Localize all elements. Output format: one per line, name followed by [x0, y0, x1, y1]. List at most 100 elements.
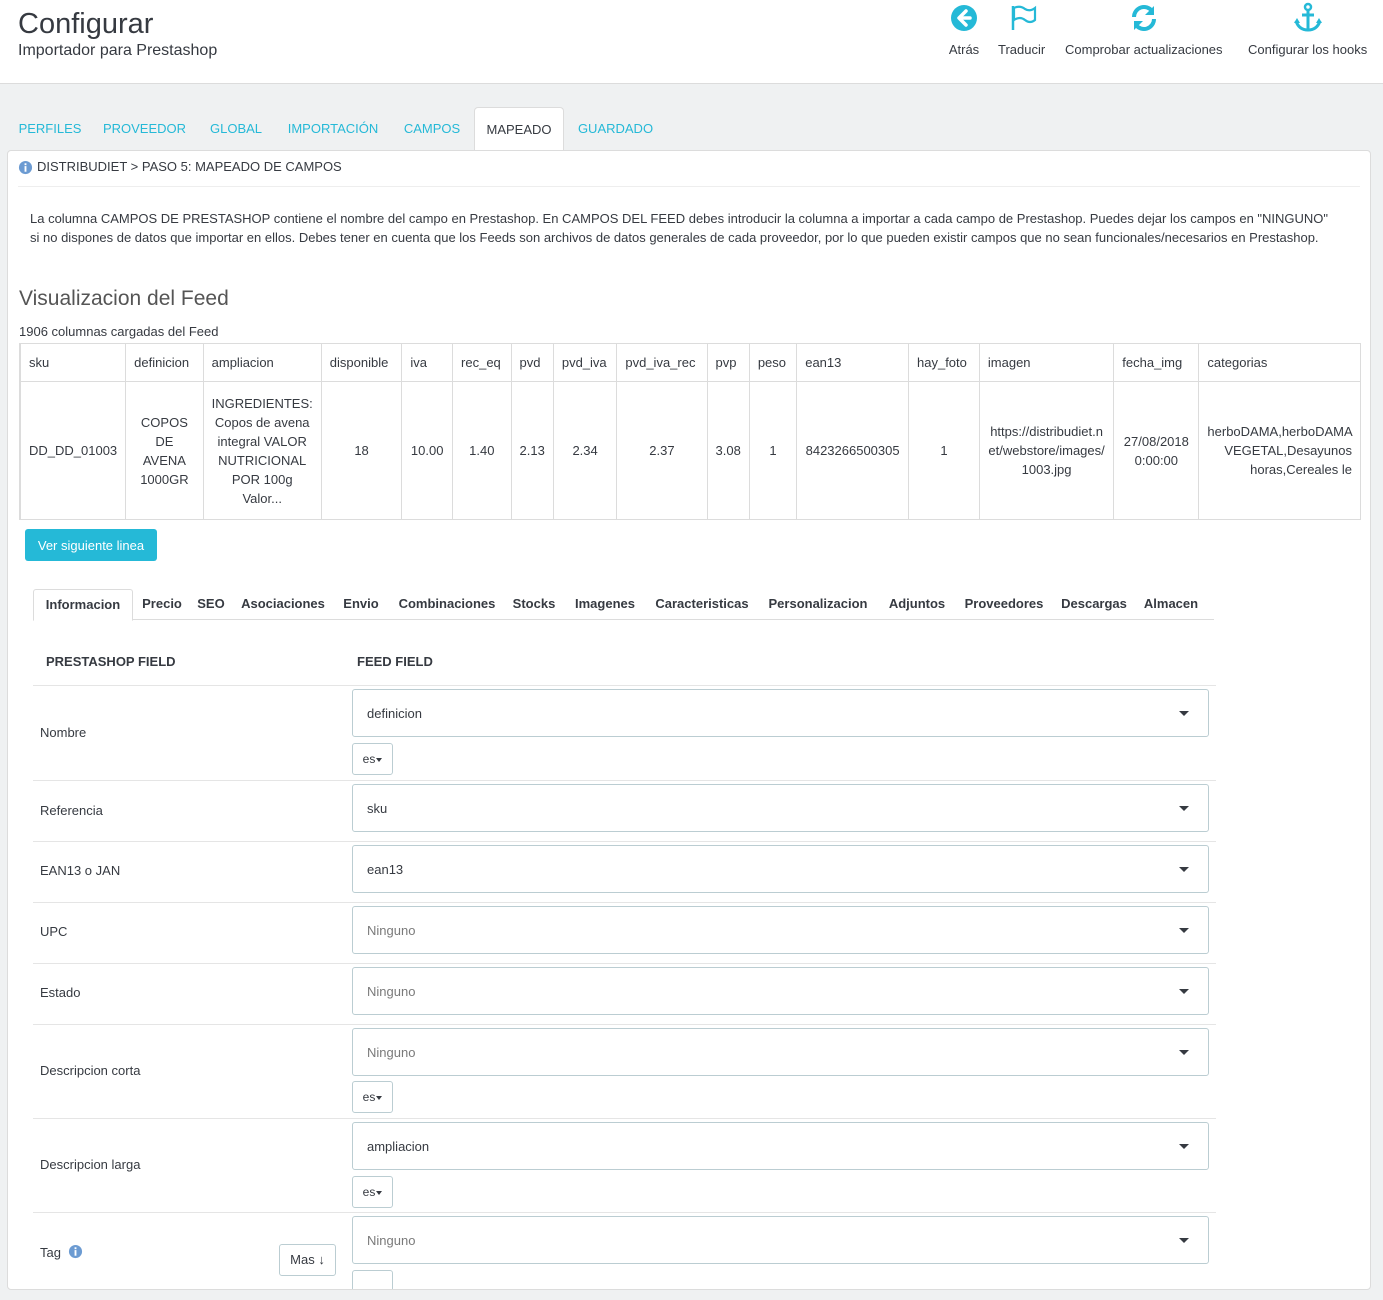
subtab-descargas[interactable]: Descargas [1059, 589, 1129, 620]
back-button[interactable]: Atrás [948, 2, 980, 57]
field-group-tabs: Informacion Precio SEO Asociaciones Envi… [33, 589, 1214, 621]
field-label-referencia: Referencia [40, 803, 103, 818]
caret-down-icon [1179, 1238, 1189, 1243]
nombre-lang-button[interactable]: es [352, 743, 393, 775]
select-value: Ninguno [367, 984, 416, 999]
row-divider [33, 780, 1216, 781]
tag-lang-button[interactable] [352, 1270, 393, 1289]
lang-label: es [362, 1185, 376, 1199]
prestashop-field-header: PRESTASHOP FIELD [46, 654, 176, 669]
subtab-caracteristicas[interactable]: Caracteristicas [649, 589, 755, 620]
descripcion-larga-select[interactable]: ampliacion [352, 1122, 1209, 1170]
descripcion-larga-lang-button[interactable]: es [352, 1176, 393, 1208]
caret-down-icon [1179, 1144, 1189, 1149]
feed-cell: 1 [748, 381, 798, 519]
estado-select[interactable]: Ninguno [352, 967, 1209, 1015]
caret-down-icon [376, 1095, 383, 1100]
translate-button[interactable]: Traducir [998, 2, 1045, 57]
check-updates-button[interactable]: Comprobar actualizaciones [1065, 2, 1223, 57]
tab-guardado[interactable]: GUARDADO [573, 107, 658, 151]
feed-header-cell: disponible [320, 343, 403, 382]
descripcion-corta-select[interactable]: Ninguno [352, 1028, 1209, 1076]
feed-cell: 2.13 [510, 381, 554, 519]
check-updates-label: Comprobar actualizaciones [1065, 42, 1223, 57]
tab-global[interactable]: GLOBAL [203, 107, 269, 151]
feed-header-row: sku definicion ampliacion disponible iva… [20, 343, 1361, 382]
descripcion-corta-lang-button[interactable]: es [352, 1081, 393, 1113]
field-label-nombre: Nombre [40, 725, 87, 740]
caret-down-icon [1179, 1050, 1189, 1055]
nombre-select[interactable]: definicion [352, 689, 1209, 737]
caret-down-icon [1179, 806, 1189, 811]
feed-data-row: DD_DD_01003 COPOS DE AVENA 1000GR INGRED… [20, 381, 1361, 519]
page-header: Configurar Importador para Prestashop At… [0, 0, 1383, 84]
feed-cell: https://distribudiet.net/webstore/images… [978, 381, 1115, 519]
subtab-imagenes[interactable]: Imagenes [569, 589, 641, 620]
row-divider [33, 963, 1216, 964]
tab-importacion[interactable]: IMPORTACIÓN [284, 107, 382, 151]
mapping-panel: DISTRIBUDIET > PASO 5: MAPEADO DE CAMPOS… [7, 150, 1371, 1290]
row-divider [33, 1212, 1216, 1213]
feed-header-cell: sku [20, 343, 127, 382]
field-label-descripcion-larga: Descripcion larga [40, 1157, 141, 1172]
referencia-select[interactable]: sku [352, 784, 1209, 832]
subtab-envio[interactable]: Envio [337, 589, 385, 620]
feed-cell: DD_DD_01003 [20, 381, 127, 519]
field-label-descripcion-corta: Descripcion corta [40, 1063, 141, 1078]
subtab-almacen[interactable]: Almacen [1141, 589, 1201, 620]
feed-cell: INGREDIENTES: Copos de avena integral VA… [202, 381, 322, 519]
feed-cell: 2.37 [616, 381, 708, 519]
anchor-icon [1293, 2, 1322, 32]
subtab-stocks[interactable]: Stocks [510, 589, 558, 620]
feed-header-cell: fecha_img [1113, 343, 1200, 382]
caret-down-icon [1179, 867, 1189, 872]
translate-label: Traducir [998, 42, 1046, 57]
arrow-circle-left-icon [951, 5, 977, 31]
subtab-adjuntos[interactable]: Adjuntos [885, 589, 949, 620]
select-value: ampliacion [367, 1139, 430, 1154]
tab-perfiles[interactable]: PERFILES [8, 107, 92, 151]
field-label-estado: Estado [40, 985, 81, 1000]
ean13-select[interactable]: ean13 [352, 845, 1209, 893]
feed-cell: 1.40 [452, 381, 512, 519]
feed-header-cell: peso [748, 343, 798, 382]
subtab-asociaciones[interactable]: Asociaciones [239, 589, 327, 620]
more-button[interactable]: Mas ↓ [279, 1244, 336, 1276]
page-title: Configurar [18, 8, 154, 40]
info-icon[interactable] [68, 1244, 83, 1259]
row-divider [33, 841, 1216, 842]
tag-label-text: Tag [40, 1245, 61, 1260]
field-label-ean13: EAN13 o JAN [40, 863, 121, 878]
feed-preview-table-wrap[interactable]: sku definicion ampliacion disponible iva… [19, 343, 1361, 520]
columns-loaded-text: 1906 columnas cargadas del Feed [19, 324, 219, 339]
row-divider [33, 902, 1216, 903]
feed-header-cell: imagen [978, 343, 1115, 382]
subtab-combinaciones[interactable]: Combinaciones [394, 589, 500, 620]
flag-icon [1011, 5, 1036, 30]
feed-cell: 10.00 [401, 381, 454, 519]
back-label: Atrás [948, 42, 980, 57]
tab-mapeado[interactable]: MAPEADO [474, 107, 564, 152]
tab-campos[interactable]: CAMPOS [395, 107, 469, 151]
subtab-informacion[interactable]: Informacion [33, 589, 133, 621]
tab-proveedor[interactable]: PROVEEDOR [98, 107, 191, 151]
select-value: Ninguno [367, 1045, 416, 1060]
select-value: sku [367, 801, 388, 816]
feed-header-cell: pvd_iva [552, 343, 618, 382]
feed-header-cell: hay_foto [908, 343, 980, 382]
next-line-button[interactable]: Ver siguiente linea [25, 529, 157, 561]
configure-hooks-button[interactable]: Configurar los hooks [1248, 2, 1367, 57]
subtab-personalizacion[interactable]: Personalizacion [765, 589, 871, 620]
subtab-proveedores[interactable]: Proveedores [961, 589, 1047, 620]
feed-preview-table: sku definicion ampliacion disponible iva… [20, 343, 1361, 519]
feed-header-cell: rec_eq [452, 343, 512, 382]
panel-heading-text: DISTRIBUDIET > PASO 5: MAPEADO DE CAMPOS [37, 159, 342, 174]
subtab-seo[interactable]: SEO [195, 589, 227, 620]
upc-select[interactable]: Ninguno [352, 906, 1209, 954]
feed-field-header: FEED FIELD [357, 654, 433, 669]
caret-down-icon [1179, 989, 1189, 994]
row-divider [33, 1118, 1216, 1119]
tag-select[interactable]: Ninguno [352, 1216, 1209, 1264]
field-label-upc: UPC [40, 924, 68, 939]
subtab-precio[interactable]: Precio [137, 589, 187, 620]
